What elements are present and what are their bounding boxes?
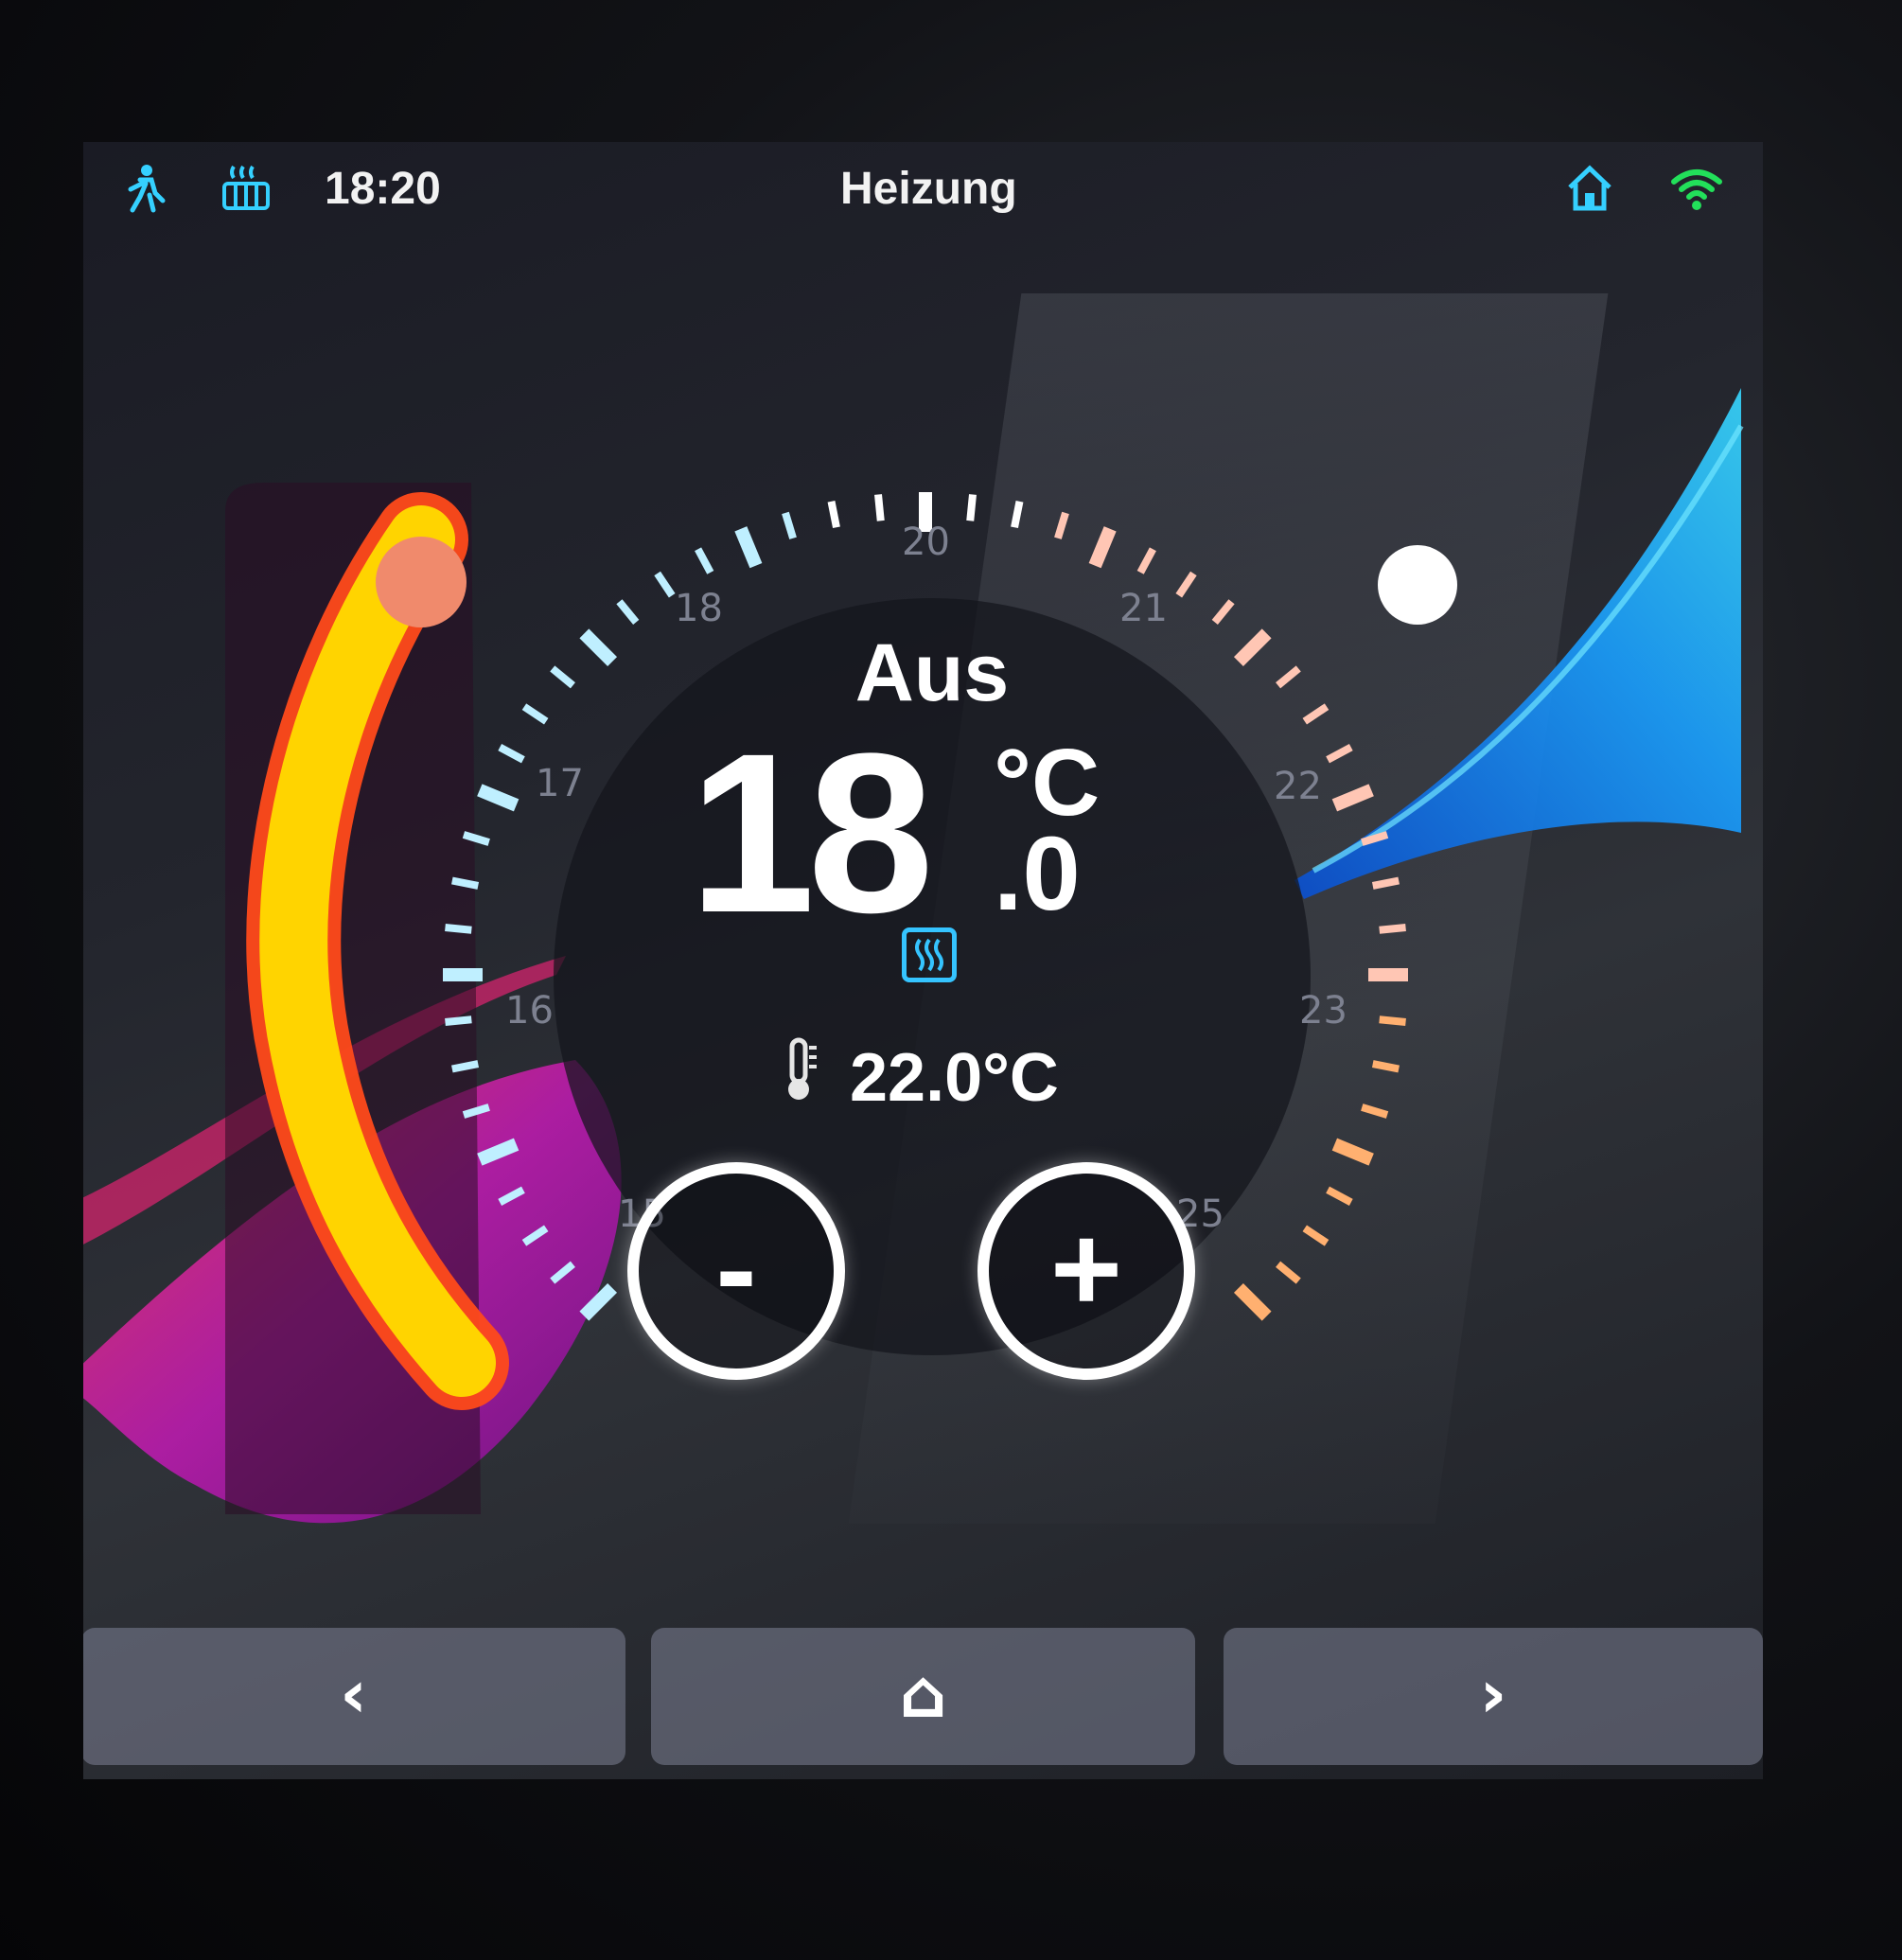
dial-tick xyxy=(1326,744,1353,764)
dial-tick xyxy=(734,526,763,569)
dial-tick xyxy=(1379,924,1406,934)
dial-tick xyxy=(616,599,640,625)
heating-mode-icon[interactable] xyxy=(902,927,957,982)
dial-end-marker xyxy=(1378,545,1457,625)
dial-tick xyxy=(1361,1104,1389,1119)
dial-tick xyxy=(1211,599,1235,625)
dial-tick xyxy=(1088,526,1117,569)
dial-tick xyxy=(498,744,525,764)
dial-tick xyxy=(1331,784,1374,812)
setpoint-knob xyxy=(376,537,467,627)
dial-tick xyxy=(966,494,977,521)
thermometer-icon xyxy=(779,1036,820,1119)
scale-label-21: 21 xyxy=(1119,587,1168,630)
dial-tick xyxy=(1326,1186,1353,1206)
dial-tick xyxy=(1233,628,1272,667)
home-icon[interactable] xyxy=(1564,163,1615,225)
scale-label-18: 18 xyxy=(675,587,723,630)
blue-wave-decoration xyxy=(1294,388,1741,899)
actual-temperature: 22.0°C xyxy=(850,1040,1059,1116)
dial-tick xyxy=(695,547,714,574)
scale-label-17: 17 xyxy=(536,762,584,805)
wifi-icon xyxy=(1668,163,1725,225)
dial-tick xyxy=(445,1015,472,1026)
scale-label-23: 23 xyxy=(1299,989,1347,1033)
dial-tick xyxy=(550,665,575,689)
dial-tick xyxy=(1302,1225,1330,1246)
dial-tick xyxy=(1276,665,1301,689)
dial-tick xyxy=(1054,511,1069,539)
dial-tick xyxy=(1302,703,1330,725)
dial-tick xyxy=(579,628,618,667)
dial-tick xyxy=(654,571,676,598)
dial-tick xyxy=(1136,547,1156,574)
setpoint-decimal: .0 xyxy=(994,816,1081,932)
dial-tick xyxy=(1011,501,1024,529)
radiator-icon xyxy=(220,163,272,225)
scale-label-22: 22 xyxy=(1274,765,1322,808)
dial-tick xyxy=(1276,1261,1301,1284)
dial-tick xyxy=(451,1060,480,1073)
dial-tick xyxy=(445,924,472,934)
person-motion-icon xyxy=(121,163,172,225)
dial-tick xyxy=(1379,1015,1406,1026)
nav-home-button[interactable]: ⌂ xyxy=(651,1628,1195,1765)
scale-label-20: 20 xyxy=(902,521,950,564)
dial-tick xyxy=(451,876,480,890)
page-title: Heizung xyxy=(840,164,1017,214)
clock-time: 18:20 xyxy=(325,164,441,214)
dial-tick xyxy=(1371,1060,1400,1073)
status-bar: 18:20 Heizung xyxy=(83,142,1763,246)
dial-tick xyxy=(1233,1282,1272,1321)
dial-tick xyxy=(477,784,520,812)
setpoint-integer: 18 xyxy=(689,706,934,960)
dial-tick xyxy=(827,501,840,529)
decrease-temperature-button[interactable]: - xyxy=(627,1162,845,1380)
nav-back-button[interactable]: ‹ xyxy=(83,1628,625,1765)
increase-temperature-button[interactable]: + xyxy=(977,1162,1195,1380)
dial-tick xyxy=(874,494,885,521)
dial-tick xyxy=(1175,571,1197,598)
dial-tick xyxy=(782,511,797,539)
dial-tick xyxy=(1331,1138,1374,1166)
scale-label-16: 16 xyxy=(505,989,554,1033)
nav-forward-button[interactable]: › xyxy=(1224,1628,1763,1765)
dial-tick xyxy=(521,703,549,725)
dial-tick xyxy=(1371,876,1400,890)
thermostat-screen: 15 16 17 18 20 21 22 23 25 18:20 Heizung… xyxy=(83,142,1763,1779)
